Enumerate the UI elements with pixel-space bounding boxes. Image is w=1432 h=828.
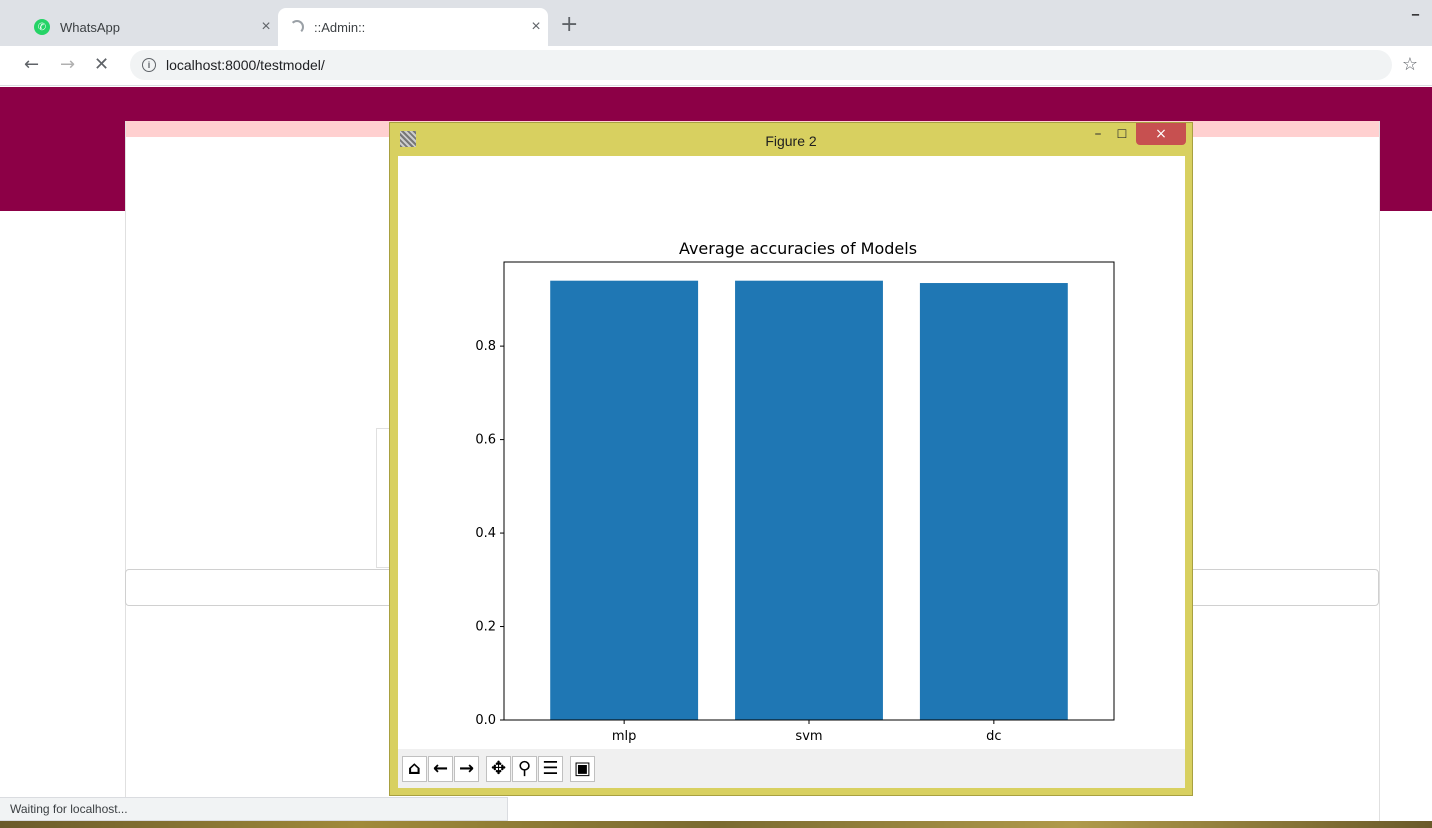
y-tick-label: 0.4 [475, 526, 496, 541]
tab-label: WhatsApp [60, 19, 120, 35]
close-tab-icon[interactable]: × [254, 18, 278, 36]
browser-tab-strip: ✆ WhatsApp × ::Admin:: × + – [0, 0, 1432, 46]
x-tick-label: dc [986, 729, 1001, 744]
tab-label: ::Admin:: [314, 19, 366, 35]
screen: ✆ WhatsApp × ::Admin:: × + – ← → ✕ i loc… [0, 0, 1432, 828]
browser-toolbar: ← → ✕ i localhost:8000/testmodel/ ☆ [0, 46, 1432, 86]
back-icon[interactable]: ← [428, 755, 453, 782]
chart-title: Average accuracies of Models [679, 239, 917, 258]
whatsapp-icon: ✆ [34, 19, 50, 35]
y-tick-label: 0.0 [475, 713, 496, 728]
minimize-window-icon[interactable]: – [1411, 4, 1420, 25]
address-text: localhost:8000/testmodel/ [166, 57, 325, 73]
page-side-box [376, 428, 390, 568]
bookmark-star-icon[interactable]: ☆ [1402, 54, 1418, 75]
stop-loading-icon[interactable]: ✕ [94, 54, 109, 75]
back-arrow-icon[interactable]: ← [24, 54, 39, 75]
figure-window[interactable]: Figure 2 – ☐ × Average accuracies of Mod… [389, 122, 1193, 796]
bar-svm [735, 280, 883, 720]
close-icon[interactable]: × [1136, 123, 1186, 145]
browser-status-bar: Waiting for localhost... [0, 797, 508, 821]
figure-canvas[interactable]: Average accuracies of Models 0.0 0.2 0.4 0.… [398, 156, 1185, 788]
pan-icon[interactable]: ✥ [486, 755, 511, 782]
x-tick-label: mlp [612, 729, 637, 744]
window-title: Figure 2 [765, 133, 817, 149]
tab-whatsapp[interactable]: ✆ WhatsApp × [22, 8, 278, 46]
address-bar[interactable]: i localhost:8000/testmodel/ [130, 50, 1392, 80]
bar-chart: Average accuracies of Models 0.0 0.2 0.4 0.… [475, 239, 1115, 744]
home-icon[interactable]: ⌂ [402, 755, 427, 782]
new-tab-icon[interactable]: + [560, 12, 578, 37]
zoom-icon[interactable]: ⚲ [512, 755, 537, 782]
matplotlib-toolbar: ⌂ ← → ✥ ⚲ ☰ ▣ [398, 749, 1185, 788]
y-tick-label: 0.2 [475, 620, 496, 635]
configure-subplots-icon[interactable]: ☰ [538, 755, 563, 782]
save-icon[interactable]: ▣ [570, 755, 595, 782]
bar-dc [919, 283, 1068, 720]
close-tab-icon[interactable]: × [524, 18, 548, 36]
site-info-icon[interactable]: i [142, 58, 156, 72]
forward-arrow-icon[interactable]: → [60, 54, 75, 75]
loading-spinner-icon [290, 20, 304, 34]
forward-icon[interactable]: → [454, 755, 479, 782]
desktop-taskbar [0, 821, 1432, 828]
maximize-icon[interactable]: ☐ [1110, 123, 1134, 145]
y-tick-label: 0.6 [475, 433, 496, 448]
minimize-icon[interactable]: – [1086, 123, 1110, 145]
y-tick-label: 0.8 [475, 339, 496, 354]
bar-mlp [550, 280, 699, 720]
x-tick-label: svm [795, 729, 822, 744]
tab-admin[interactable]: ::Admin:: × [278, 8, 548, 46]
